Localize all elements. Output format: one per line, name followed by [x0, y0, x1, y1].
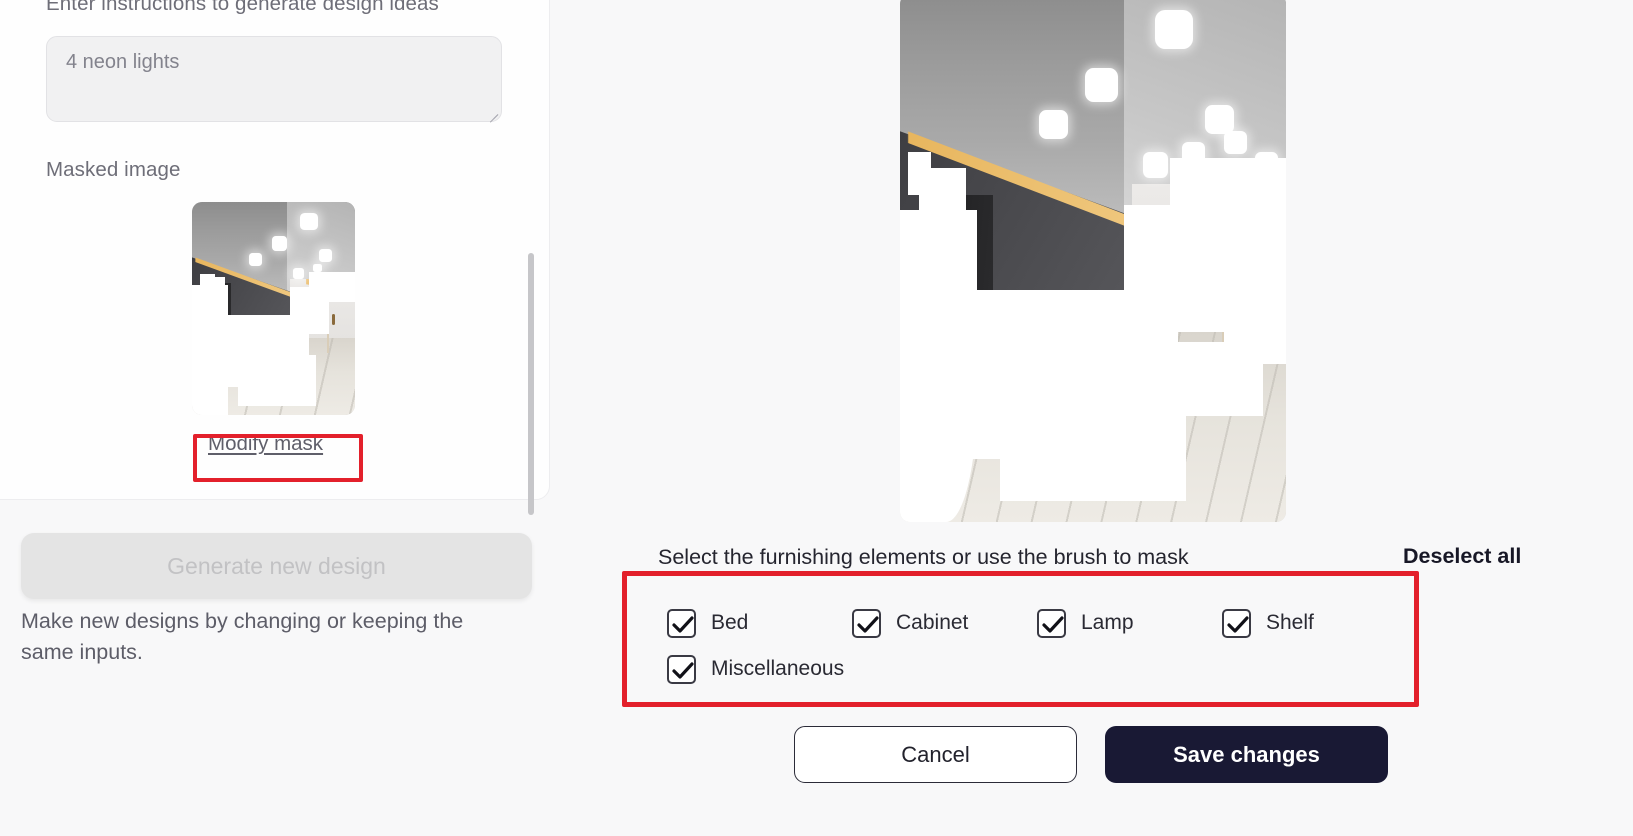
- masked-image-main[interactable]: [900, 0, 1286, 522]
- checkbox-item-miscellaneous[interactable]: Miscellaneous: [667, 654, 882, 684]
- checkmark-icon: [857, 615, 879, 633]
- check-icon[interactable]: [1037, 608, 1066, 638]
- checkbox-label: Lamp: [1081, 611, 1134, 634]
- furnishing-checkbox-area: Bed Cabinet Lamp Shelf Miscellaneous: [622, 571, 1419, 707]
- checkbox-row: Miscellaneous: [667, 646, 1407, 692]
- deselect-all-button[interactable]: Deselect all: [1403, 544, 1521, 569]
- prompt-textarea[interactable]: [46, 36, 502, 122]
- checkmark-icon: [672, 661, 694, 679]
- right-panel: Select the furnishing elements or use th…: [566, 0, 1633, 836]
- checkbox-row: Bed Cabinet Lamp Shelf: [667, 600, 1407, 646]
- checkbox-label: Cabinet: [896, 611, 969, 634]
- check-icon[interactable]: [667, 654, 696, 684]
- instructions-label: Enter instructions to generate design id…: [46, 0, 439, 15]
- modify-mask-link[interactable]: Modify mask: [208, 432, 323, 455]
- checkbox-label: Miscellaneous: [711, 657, 845, 680]
- check-icon[interactable]: [852, 608, 881, 638]
- checkbox-label: Shelf: [1266, 611, 1314, 634]
- masked-image-label: Masked image: [46, 158, 181, 181]
- checkmark-icon: [672, 615, 694, 633]
- checkbox-item-lamp[interactable]: Lamp: [1037, 608, 1222, 638]
- checkbox-label: Bed: [711, 611, 749, 634]
- check-icon[interactable]: [1222, 608, 1251, 638]
- panel-scrollbar-thumb[interactable]: [528, 253, 534, 515]
- cancel-button[interactable]: Cancel: [794, 726, 1077, 783]
- checkbox-item-cabinet[interactable]: Cabinet: [852, 608, 1037, 638]
- checkbox-grid: Bed Cabinet Lamp Shelf Miscellaneous: [667, 600, 1407, 692]
- checkbox-item-shelf[interactable]: Shelf: [1222, 608, 1407, 638]
- left-panel: Enter instructions to generate design id…: [0, 0, 566, 836]
- checkmark-icon: [1227, 615, 1249, 633]
- save-changes-button[interactable]: Save changes: [1105, 726, 1388, 783]
- check-icon[interactable]: [667, 608, 696, 638]
- generate-helper-text: Make new designs by changing or keeping …: [21, 609, 464, 664]
- modify-mask-link-wrap[interactable]: Modify mask: [208, 432, 340, 458]
- room-main-art: [900, 0, 1286, 522]
- select-furnishing-label: Select the furnishing elements or use th…: [658, 545, 1189, 569]
- checkmark-icon: [1042, 615, 1064, 633]
- room-thumbnail-art: [192, 202, 355, 415]
- generate-new-design-button[interactable]: Generate new design: [21, 533, 532, 599]
- checkbox-item-bed[interactable]: Bed: [667, 608, 852, 638]
- masked-image-thumbnail[interactable]: [192, 202, 355, 415]
